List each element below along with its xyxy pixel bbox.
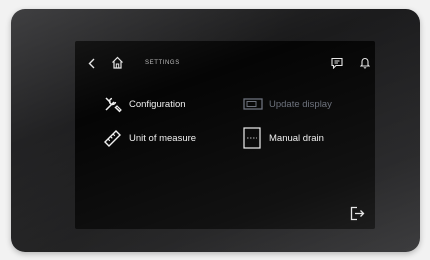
menu-item-manual-drain[interactable]: Manual drain: [243, 127, 373, 149]
page-title: SETTINGS: [145, 60, 180, 66]
menu-item-label: Update display: [269, 99, 332, 110]
logout-icon[interactable]: [350, 206, 365, 221]
menu-item-label: Configuration: [129, 99, 186, 110]
display-icon: [243, 98, 263, 110]
chat-bubble-icon[interactable]: [331, 57, 343, 69]
touch-screen: SETTINGS Configuration Update display Un…: [75, 41, 375, 229]
menu-item-configuration[interactable]: Configuration: [103, 95, 253, 115]
menu-item-label: Manual drain: [269, 133, 324, 144]
menu-item-label: Unit of measure: [129, 133, 197, 144]
bell-icon[interactable]: [360, 56, 370, 69]
tools-icon: [103, 95, 123, 113]
ruler-icon: [103, 129, 123, 147]
home-icon[interactable]: [111, 56, 124, 69]
menu-item-unit-of-measure[interactable]: Unit of measure: [103, 129, 253, 149]
top-bar: SETTINGS: [75, 41, 375, 81]
menu-item-update-display[interactable]: Update display: [243, 95, 373, 115]
chevron-left-icon[interactable]: [88, 58, 95, 69]
device-bezel: SETTINGS Configuration Update display Un…: [11, 9, 420, 252]
drain-icon: [243, 127, 261, 149]
